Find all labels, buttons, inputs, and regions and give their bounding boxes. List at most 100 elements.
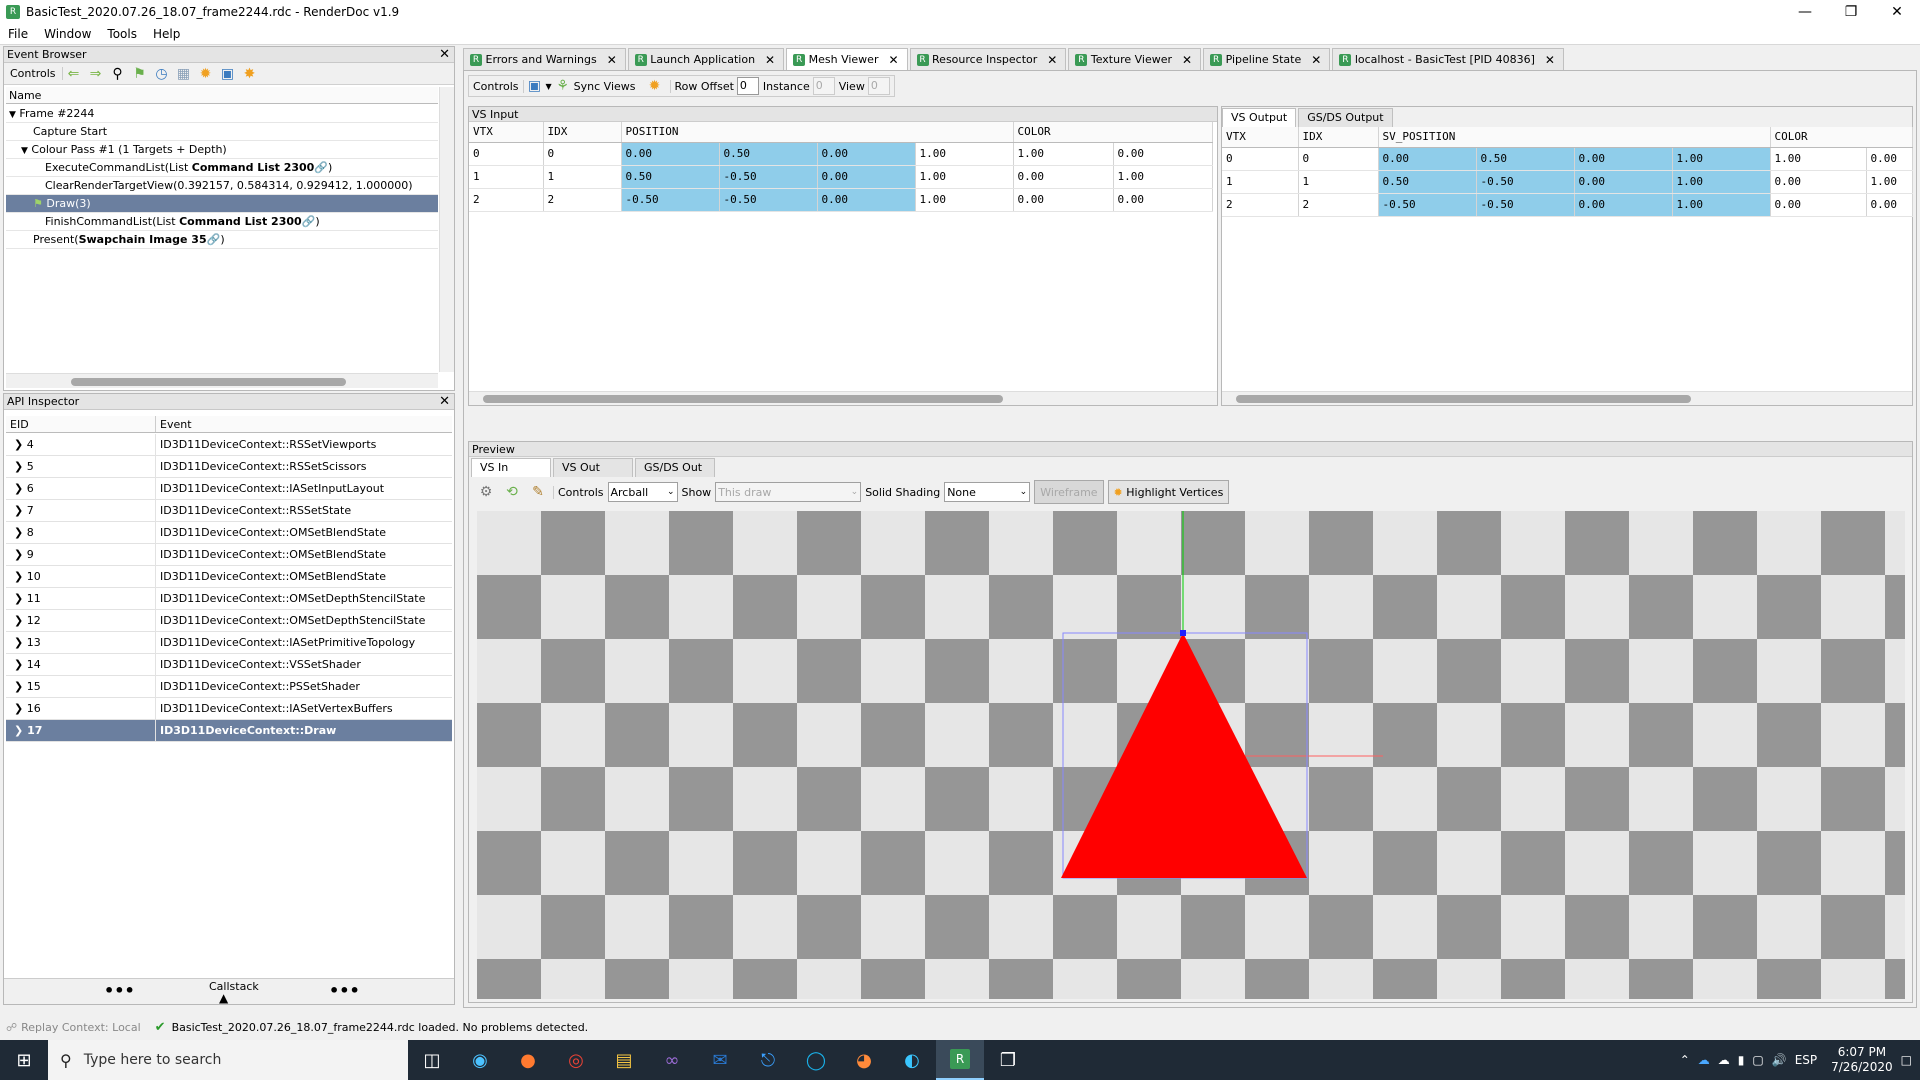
api-row[interactable]: ❯ 16 ID3D11DeviceContext::IASetVertexBuff… (6, 698, 452, 720)
tab-errors-and-warnings[interactable]: R Errors and Warnings ✕ (463, 48, 626, 70)
mesh-controls-button[interactable]: Controls (469, 79, 524, 93)
vs-input-row[interactable]: 00 0.00 0.50 0.00 1.00 1.00 0.00 (469, 142, 1213, 166)
api-row[interactable]: ❯ 5 ID3D11DeviceContext::RSSetScissors (6, 456, 452, 478)
scrollbar-thumb[interactable] (483, 395, 1003, 403)
chevron-right-icon[interactable]: ❯ (14, 680, 23, 693)
api-row[interactable]: ❯ 4 ID3D11DeviceContext::RSSetViewports (6, 434, 452, 456)
settings-icon[interactable]: ✹ (644, 76, 666, 96)
close-icon[interactable]: ✕ (1047, 53, 1057, 67)
tree-item-clear-rtv[interactable]: ClearRenderTargetView(0.392157, 0.584314… (6, 177, 438, 195)
api-row[interactable]: ❯ 8 ID3D11DeviceContext::OMSetBlendState (6, 522, 452, 544)
chevron-right-icon[interactable]: ❯ (14, 482, 23, 495)
find-icon[interactable]: ⚲ (107, 64, 129, 84)
notifications-icon[interactable]: □ (1901, 1053, 1912, 1067)
chevron-right-icon[interactable]: ❯ (14, 702, 23, 715)
controls-button[interactable]: Controls (4, 67, 63, 80)
callstack-label[interactable]: Callstack (209, 980, 259, 993)
menu-file[interactable]: File (0, 24, 36, 45)
close-icon[interactable]: ✕ (1874, 0, 1920, 24)
vs-output-hscrollbar[interactable] (1222, 391, 1912, 405)
chevron-right-icon[interactable]: ❯ (14, 438, 23, 451)
camera-controls-select[interactable]: Arcball ⌄ (607, 482, 678, 502)
event-tree-hscrollbar[interactable] (6, 373, 438, 388)
view-spinner[interactable]: 0 (867, 77, 890, 95)
link-icon[interactable]: 🔗 (302, 215, 316, 228)
api-row[interactable]: ❯ 13 ID3D11DeviceContext::IASetPrimitiveT… (6, 632, 452, 654)
tree-item-present[interactable]: Present(Swapchain Image 35🔗) (6, 231, 438, 249)
onedrive-icon[interactable]: ☁ (1698, 1053, 1710, 1067)
chevron-right-icon[interactable]: ❯ (14, 504, 23, 517)
restore-icon[interactable]: ❐ (1828, 0, 1874, 24)
tab-texture-viewer[interactable]: R Texture Viewer ✕ (1068, 48, 1202, 70)
close-icon[interactable]: ✕ (1311, 53, 1321, 67)
expand-up-icon[interactable]: ▲ (219, 991, 228, 1005)
volume-icon[interactable]: 🔊 (1772, 1053, 1787, 1067)
api-row[interactable]: ❯ 11 ID3D11DeviceContext::OMSetDepthStenc… (6, 588, 452, 610)
tab-localhost-basictest[interactable]: R localhost - BasicTest [PID 40836] ✕ (1332, 48, 1564, 70)
tree-item-finish-command-list[interactable]: FinishCommandList(List Command List 2300… (6, 213, 438, 231)
chevron-right-icon[interactable]: ❯ (14, 658, 23, 671)
menu-tools[interactable]: Tools (99, 24, 145, 45)
renderdoc-taskbar-icon[interactable]: R (936, 1040, 984, 1080)
vs-input-hscrollbar[interactable] (469, 391, 1217, 405)
tab-pipeline-state[interactable]: R Pipeline State ✕ (1203, 48, 1331, 70)
tab-vs-in[interactable]: VS In (471, 458, 551, 477)
column-vtx[interactable]: VTX (469, 122, 544, 143)
app-icon-blue[interactable]: ⎋ (744, 1040, 792, 1080)
chrome-icon[interactable]: ◎ (552, 1040, 600, 1080)
chevron-right-icon[interactable]: ❯ (14, 570, 23, 583)
close-icon[interactable]: ✕ (888, 53, 898, 67)
chevron-right-icon[interactable]: ❯ (14, 460, 23, 473)
vs-output-row[interactable]: 00 0.00 0.50 0.00 1.00 1.00 0.00 (1222, 147, 1913, 171)
mesh-preview-viewport[interactable] (477, 511, 1905, 999)
forward-arrow-icon[interactable]: ⇒ (85, 64, 107, 84)
chevron-right-icon[interactable]: ❯ (14, 724, 23, 737)
app-icon-orange[interactable]: ◕ (840, 1040, 888, 1080)
event-column-name[interactable]: Name (6, 87, 438, 104)
chevron-right-icon[interactable]: ❯ (14, 548, 23, 561)
chevron-right-icon[interactable]: ❯ (14, 636, 23, 649)
sync-views-button[interactable]: Sync Views (574, 80, 636, 93)
chevron-down-icon[interactable]: ▼ (9, 110, 16, 120)
reset-camera-icon[interactable]: ⟲ (501, 482, 523, 502)
vs-output-row[interactable]: 22 -0.50 -0.50 0.00 1.00 0.00 0.00 (1222, 193, 1913, 217)
chevron-up-icon[interactable]: ⌃ (1680, 1053, 1690, 1067)
save-icon[interactable]: ▣ (524, 76, 546, 96)
api-row[interactable]: ❯ 6 ID3D11DeviceContext::IASetInputLayout (6, 478, 452, 500)
settings-icon[interactable]: ✹ (195, 64, 217, 84)
outlook-icon[interactable]: ✉ (696, 1040, 744, 1080)
firefox-icon[interactable]: ● (504, 1040, 552, 1080)
gear-icon[interactable]: ⚙ (475, 482, 497, 502)
taskbar-search-box[interactable]: ⚲ Type here to search (48, 1040, 408, 1080)
column-vtx[interactable]: VTX (1222, 127, 1299, 148)
task-view-icon[interactable]: ◫ (408, 1040, 456, 1080)
column-eid[interactable]: EID (6, 416, 156, 432)
api-row[interactable]: ❯ 9 ID3D11DeviceContext::OMSetBlendState (6, 544, 452, 566)
tab-launch-application[interactable]: R Launch Application ✕ (627, 48, 785, 70)
minimize-icon[interactable]: — (1782, 0, 1828, 24)
more-icon[interactable]: ••• (329, 981, 360, 1000)
edge-icon[interactable]: ◐ (888, 1040, 936, 1080)
column-color[interactable]: COLOR (1770, 127, 1913, 148)
close-icon[interactable]: ✕ (1545, 53, 1555, 67)
link-icon[interactable]: 🔗 (314, 161, 328, 174)
wireframe-toggle[interactable]: Wireframe (1034, 480, 1104, 504)
vs-input-row[interactable]: 11 0.50 -0.50 0.00 1.00 0.00 1.00 (469, 165, 1213, 189)
menu-help[interactable]: Help (145, 24, 188, 45)
api-row[interactable]: ❯ 15 ID3D11DeviceContext::PSSetShader (6, 676, 452, 698)
chevron-right-icon[interactable]: ❯ (14, 592, 23, 605)
instance-spinner[interactable]: 0 (812, 77, 835, 95)
windows-start-icon[interactable]: ⊞ (0, 1040, 48, 1080)
bookmark-flag-icon[interactable]: ⚑ (129, 64, 151, 84)
edge-canary-icon[interactable]: ◉ (456, 1040, 504, 1080)
api-row[interactable]: ❯ 12 ID3D11DeviceContext::OMSetDepthStenc… (6, 610, 452, 632)
api-row[interactable]: ❯ 7 ID3D11DeviceContext::RSSetState (6, 500, 452, 522)
close-icon[interactable]: ✕ (1182, 53, 1192, 67)
column-idx[interactable]: IDX (1298, 127, 1379, 148)
close-icon[interactable]: ✕ (439, 47, 450, 63)
back-arrow-icon[interactable]: ⇐ (63, 64, 85, 84)
save-icon[interactable]: ▣ (217, 64, 239, 84)
tab-gs-ds-out[interactable]: GS/DS Out (635, 458, 715, 477)
visual-studio-icon[interactable]: ∞ (648, 1040, 696, 1080)
language-indicator[interactable]: ESP (1795, 1053, 1817, 1067)
